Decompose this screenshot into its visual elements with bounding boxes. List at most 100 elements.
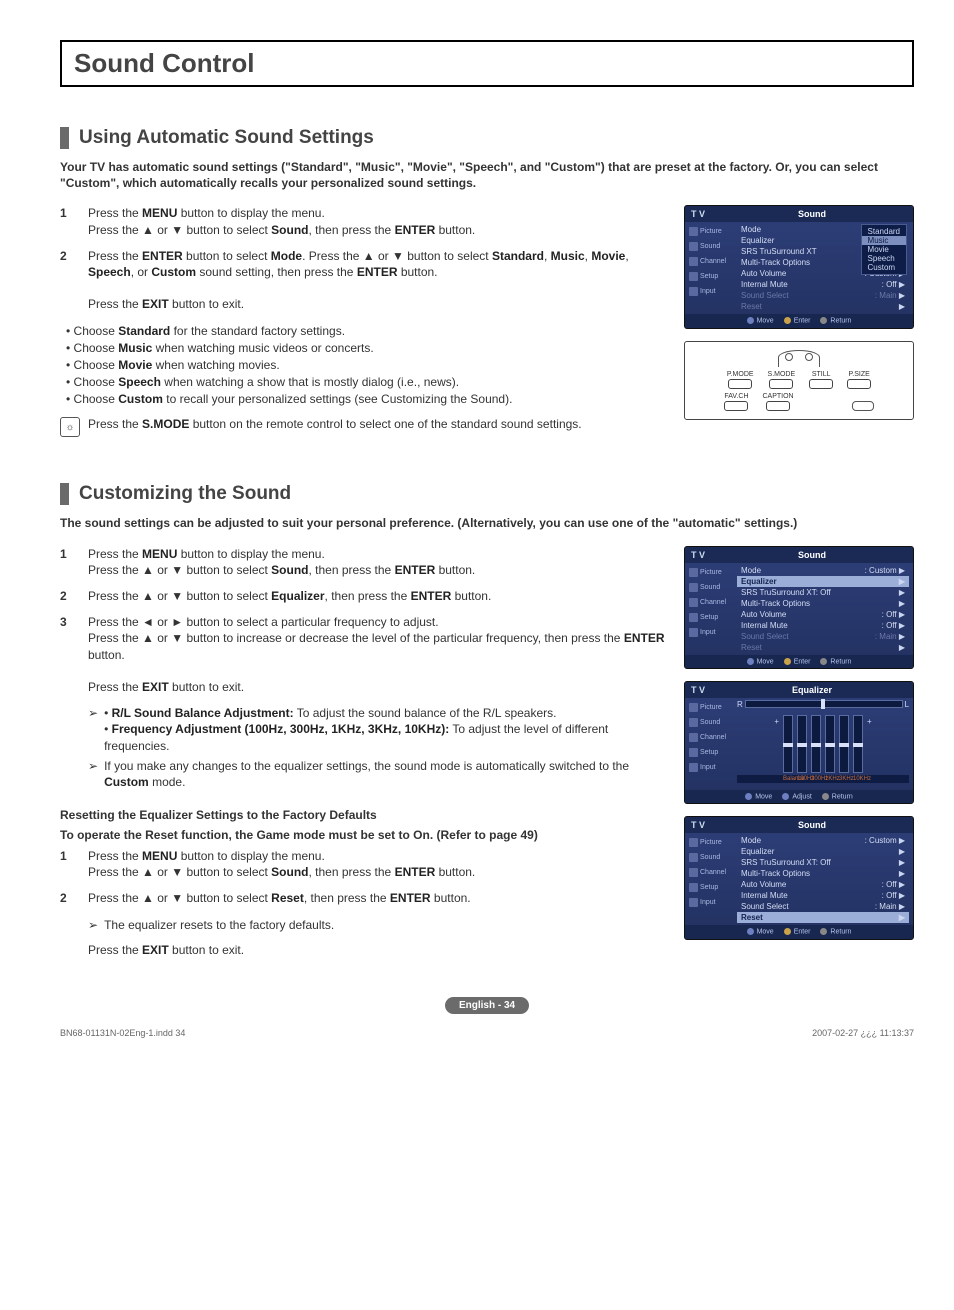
remote-button-cap-icon xyxy=(847,379,871,389)
osd-row: Auto Volume: Off ▶ xyxy=(737,879,909,890)
osd-row: Internal Mute: Off ▶ xyxy=(737,890,909,901)
section2-steps: 1Press the MENU button to display the me… xyxy=(60,546,666,696)
osd-footer-return: Return xyxy=(820,658,851,665)
section1-intro: Your TV has automatic sound settings ("S… xyxy=(60,159,914,191)
osd-row: Sound Select: Main ▶ xyxy=(737,901,909,912)
osd-row: Auto Volume: Off ▶ xyxy=(737,609,909,620)
section2-content: 1 Press the MENU button to display the me… xyxy=(60,546,914,957)
reset-arrow-text: The equalizer resets to the factory defa… xyxy=(104,917,334,933)
osd-row: Sound Select: Main ▶ xyxy=(737,631,909,642)
osd-footer-enter: Enter xyxy=(784,317,811,324)
osd-sidebar-icon xyxy=(689,898,698,907)
remote-dot-icon xyxy=(785,353,793,361)
reset-arrow: ➢ The equalizer resets to the factory de… xyxy=(88,917,666,933)
osd-sidebar-item: Sound xyxy=(685,239,735,254)
remote-button-cap-icon xyxy=(724,401,748,411)
osd-option: Standard xyxy=(862,227,906,236)
osd-sound-equalizer-select: T VSoundPictureSoundChannelSetupInputMod… xyxy=(684,546,914,669)
osd-sidebar-item: Picture xyxy=(685,224,735,239)
osd-row: Mode: Custom ▶ xyxy=(737,835,909,846)
osd-sidebar-item: Setup xyxy=(685,880,735,895)
eq-label: 300Hz xyxy=(811,776,821,782)
osd-sidebar-item: Channel xyxy=(685,254,735,269)
reset-heading: Resetting the Equalizer Settings to the … xyxy=(60,808,666,822)
osd-footer-move: Move xyxy=(745,793,772,800)
step-body: Press the ▲ or ▼ button to select Reset,… xyxy=(88,890,666,906)
osd-sidebar-icon xyxy=(689,583,698,592)
step-number: 1 xyxy=(60,205,72,237)
osd-sidebar-item: Input xyxy=(685,625,735,640)
eq-bar xyxy=(825,715,835,773)
osd-row: Internal Mute: Off ▶ xyxy=(737,620,909,631)
eq-bar xyxy=(853,715,863,773)
osd-footer: MoveEnterReturn xyxy=(685,314,913,327)
remote-button: P.MODE xyxy=(727,371,754,389)
osd-sidebar-item: Channel xyxy=(685,595,735,610)
section1-note-text: Press the S.MODE button on the remote co… xyxy=(88,417,582,437)
osd-footer-return: Return xyxy=(822,793,853,800)
arrow-icon: ➢ xyxy=(88,758,98,790)
step-body: Press the MENU button to display the men… xyxy=(88,848,666,880)
osd-sidebar-item: Setup xyxy=(685,610,735,625)
osd-sidebar-icon xyxy=(689,598,698,607)
osd-footer-move: Move xyxy=(747,317,774,324)
arrow-item: ➢If you make any changes to the equalize… xyxy=(88,758,666,790)
section2-heading: Customizing the Sound xyxy=(60,483,914,505)
footer-right: 2007-02-27 ¿¿¿ 11:13:37 xyxy=(812,1028,914,1038)
step-body: Press the MENU button to display the men… xyxy=(88,205,666,237)
osd-row: Reset ▶ xyxy=(737,301,909,312)
osd-sidebar-item: Sound xyxy=(685,850,735,865)
osd-footer-adjust: Adjust xyxy=(782,793,811,800)
eq-label: 3KHz xyxy=(839,776,849,782)
remote-button-label: FAV.CH xyxy=(724,393,748,400)
osd-sidebar-icon xyxy=(689,838,698,847)
section1-steps: 1 Press the MENU button to display the me… xyxy=(60,205,666,312)
remote-button-cap-icon xyxy=(769,379,793,389)
arrow-item: ➢• R/L Sound Balance Adjustment: To adju… xyxy=(88,705,666,754)
osd-sidebar-icon xyxy=(689,733,698,742)
step-body: Press the ▲ or ▼ button to select Equali… xyxy=(88,588,666,604)
osd-header: T VSound xyxy=(685,206,913,222)
osd-sidebar-icon xyxy=(689,272,698,281)
osd-row: Multi-Track Options ▶ xyxy=(737,868,909,879)
osd-sidebar-item: Picture xyxy=(685,835,735,850)
eq-bar xyxy=(797,715,807,773)
osd-footer-enter: Enter xyxy=(784,658,811,665)
section1-note: ☼ Press the S.MODE button on the remote … xyxy=(60,417,666,437)
eq-bar xyxy=(811,715,821,773)
bullet-item: Choose Movie when watching movies. xyxy=(66,357,666,373)
osd-row: Equalizer ▶ xyxy=(737,576,909,587)
section2-arrows: ➢• R/L Sound Balance Adjustment: To adju… xyxy=(88,705,666,790)
osd-eq-bars: ++ xyxy=(737,709,909,775)
section1-heading: Using Automatic Sound Settings xyxy=(60,127,914,149)
osd-sidebar-item: Input xyxy=(685,895,735,910)
remote-button-cap-icon xyxy=(728,379,752,389)
osd-sidebar-item: Picture xyxy=(685,565,735,580)
arrow-text: If you make any changes to the equalizer… xyxy=(104,758,666,790)
osd-sidebar-icon xyxy=(689,703,698,712)
osd-sidebar-item: Setup xyxy=(685,269,735,284)
osd-row: SRS TruSurround XT: Off ▶ xyxy=(737,587,909,598)
osd-row: Internal Mute: Off ▶ xyxy=(737,279,909,290)
step-number: 1 xyxy=(60,848,72,880)
bullet-item: Choose Standard for the standard factory… xyxy=(66,323,666,339)
step-number: 1 xyxy=(60,546,72,578)
osd-sidebar-item: Sound xyxy=(685,580,735,595)
eq-label: 1KHz xyxy=(825,776,835,782)
reset-steps: 1 Press the MENU button to display the me… xyxy=(60,848,666,907)
osd-options: StandardMusicMovieSpeechCustom xyxy=(861,224,907,275)
osd-footer-return: Return xyxy=(820,928,851,935)
osd-sidebar-item: Picture xyxy=(685,700,735,715)
osd-sidebar-icon xyxy=(689,568,698,577)
remote-button-label: P.MODE xyxy=(727,371,754,378)
osd-sidebar-item: Input xyxy=(685,760,735,775)
osd-sidebar-icon xyxy=(689,242,698,251)
arrow-icon: ➢ xyxy=(88,705,98,754)
osd-row: SRS TruSurround XT: Off ▶ xyxy=(737,857,909,868)
remote-button: FAV.CH xyxy=(724,393,748,411)
footer: BN68-01131N-02Eng-1.indd 34 2007-02-27 ¿… xyxy=(60,1028,914,1038)
osd-sidebar: PictureSoundChannelSetupInput xyxy=(685,222,735,314)
osd-option: Custom xyxy=(862,263,906,272)
osd-sidebar-icon xyxy=(689,763,698,772)
osd-sidebar-icon xyxy=(689,613,698,622)
